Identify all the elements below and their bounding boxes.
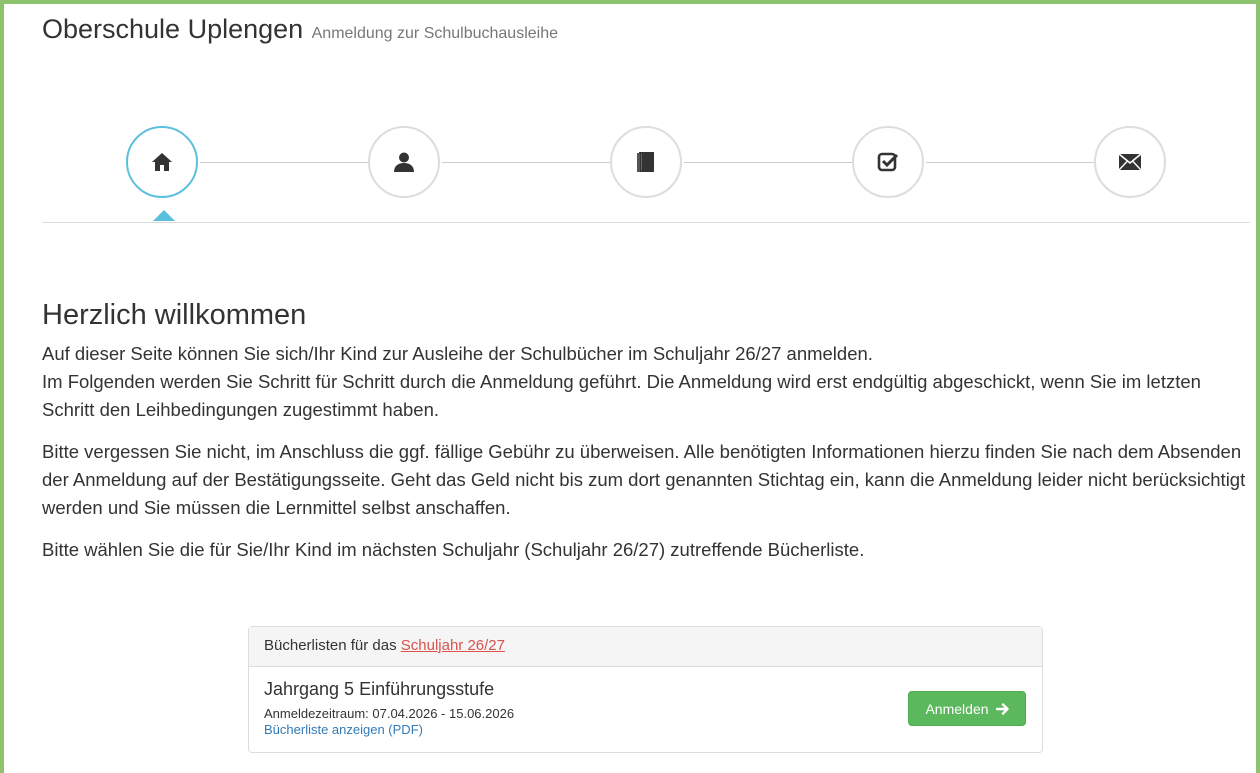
step-personal-data[interactable] — [368, 126, 440, 198]
main-content: Herzlich willkommen Auf dieser Seite kön… — [42, 298, 1252, 578]
check-square-icon — [877, 152, 899, 172]
intro-line-2: Im Folgenden werden Sie Schritt für Schr… — [42, 371, 1201, 420]
step-book-list[interactable] — [610, 126, 682, 198]
payment-paragraph: Bitte vergessen Sie nicht, im Anschluss … — [42, 441, 1246, 518]
step-wizard — [42, 110, 1250, 223]
step-home[interactable] — [126, 126, 198, 198]
step-connector — [926, 162, 1094, 163]
page-subtitle: Anmeldung zur Schulbuchausleihe — [311, 25, 559, 42]
select-list-paragraph: Bitte wählen Sie die für Sie/Ihr Kind im… — [42, 539, 865, 560]
home-icon — [152, 153, 172, 171]
register-button[interactable]: Anmelden — [908, 691, 1026, 726]
register-button-label: Anmelden — [925, 700, 989, 717]
book-list-panel: Bücherlisten für das Schuljahr 26/27 Jah… — [248, 626, 1043, 753]
step-confirmation[interactable] — [852, 126, 924, 198]
user-icon — [394, 152, 414, 172]
step-connector — [200, 162, 368, 163]
book-icon — [637, 152, 654, 172]
intro-paragraph: Auf dieser Seite können Sie sich/Ihr Kin… — [42, 340, 1252, 424]
welcome-heading: Herzlich willkommen — [42, 299, 307, 331]
panel-heading-text: Bücherlisten für das — [264, 637, 397, 654]
school-year-link[interactable]: Schuljahr 26/27 — [401, 637, 505, 654]
step-send[interactable] — [1094, 126, 1166, 198]
arrow-right-icon — [995, 702, 1009, 715]
active-step-caret — [153, 210, 175, 221]
page-header: Oberschule Uplengen Anmeldung zur Schulb… — [42, 14, 558, 45]
step-connector — [684, 162, 852, 163]
envelope-icon — [1118, 153, 1142, 171]
intro-line-1: Auf dieser Seite können Sie sich/Ihr Kin… — [42, 343, 873, 364]
step-connector — [442, 162, 610, 163]
panel-heading: Bücherlisten für das Schuljahr 26/27 — [249, 627, 1042, 667]
school-title: Oberschule Uplengen — [42, 14, 304, 44]
book-list-item: Jahrgang 5 Einführungsstufe Anmeldezeitr… — [249, 667, 1042, 748]
